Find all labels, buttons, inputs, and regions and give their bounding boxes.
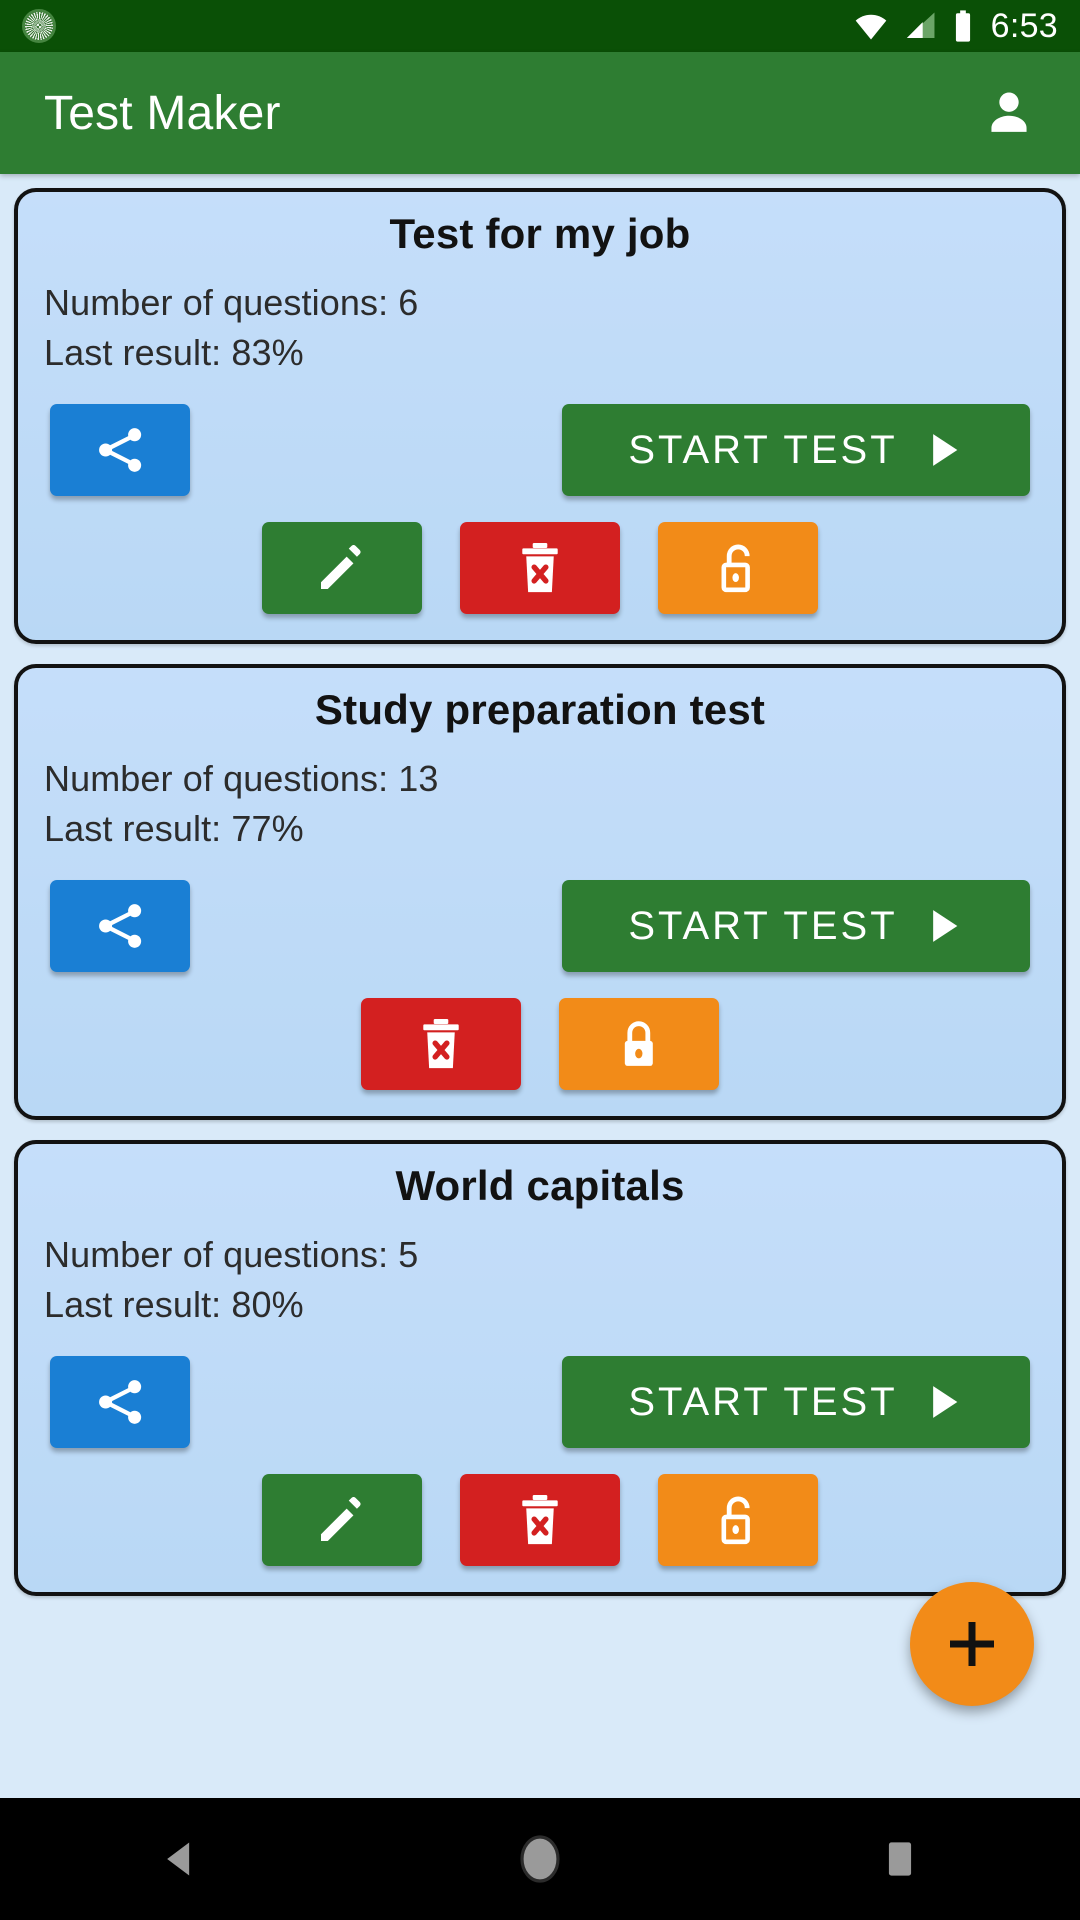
trash-delete-icon	[522, 1495, 558, 1545]
edit-button[interactable]	[262, 522, 422, 615]
share-icon	[99, 904, 142, 949]
start-test-label: START TEST	[628, 903, 898, 948]
test-card-title: Study preparation test	[314, 686, 766, 734]
test-card[interactable]: Study preparation test Number of questio…	[14, 664, 1066, 1121]
question-count-line: Number of questions: 6	[44, 282, 419, 323]
trash-delete-icon	[423, 1019, 459, 1069]
test-card-title: World capitals	[395, 1162, 685, 1210]
lock-icon	[624, 1021, 653, 1067]
test-card[interactable]: Test for my job Number of questions: 6 L…	[14, 188, 1066, 645]
card-secondary-actions	[44, 522, 1036, 615]
start-test-label: START TEST	[628, 1379, 898, 1424]
lock-toggle-button[interactable]	[658, 522, 818, 615]
plus-icon	[950, 1622, 994, 1666]
card-primary-actions: START TEST	[44, 404, 1036, 497]
share-button[interactable]	[50, 880, 190, 973]
lock-toggle-button[interactable]	[559, 998, 719, 1091]
nav-home-button[interactable]	[480, 1798, 600, 1920]
question-count-line: Number of questions: 13	[44, 758, 439, 800]
status-bar: 6:53	[0, 0, 1080, 52]
nav-recents-button[interactable]	[840, 1798, 960, 1920]
play-icon	[932, 434, 957, 466]
share-icon	[99, 428, 142, 472]
share-icon	[99, 1380, 142, 1425]
card-secondary-actions	[44, 1474, 1036, 1567]
pencil-icon	[321, 1497, 361, 1542]
nav-back-button[interactable]	[120, 1798, 240, 1920]
edit-button[interactable]	[262, 1474, 422, 1567]
share-button[interactable]	[50, 1356, 190, 1449]
app-bar: Test Maker	[0, 52, 1080, 174]
trash-delete-icon	[522, 543, 558, 593]
start-test-button[interactable]: START TEST	[562, 880, 1030, 973]
account-icon[interactable]	[982, 86, 1036, 140]
unlock-icon	[721, 544, 750, 593]
add-test-fab[interactable]	[910, 1582, 1034, 1706]
lock-toggle-button[interactable]	[658, 1474, 818, 1567]
delete-button[interactable]	[361, 998, 521, 1091]
start-test-label: START TEST	[628, 427, 898, 472]
last-result-line: Last result: 83%	[44, 332, 304, 374]
last-result-line: Last result: 80%	[44, 1284, 304, 1326]
home-icon	[520, 1835, 560, 1883]
battery-icon	[955, 10, 970, 42]
test-card[interactable]: World capitals Number of questions: 5 La…	[14, 1140, 1066, 1597]
test-card-title: Test for my job	[389, 210, 691, 257]
card-secondary-actions	[44, 998, 1036, 1091]
start-test-button[interactable]: START TEST	[562, 1356, 1030, 1449]
page-title: Test Maker	[44, 86, 281, 140]
sync-icon	[22, 9, 56, 43]
signal-icon	[906, 12, 935, 39]
share-button[interactable]	[50, 404, 190, 497]
last-result-line: Last result: 77%	[44, 808, 304, 850]
back-icon	[167, 1842, 190, 1876]
recents-icon	[888, 1842, 912, 1876]
status-bar-clock: 6:53	[990, 7, 1058, 45]
card-primary-actions: START TEST	[44, 1356, 1036, 1449]
start-test-button[interactable]: START TEST	[562, 404, 1030, 497]
pencil-icon	[321, 545, 361, 590]
unlock-icon	[721, 1496, 750, 1545]
card-primary-actions: START TEST	[44, 880, 1036, 973]
delete-button[interactable]	[460, 522, 620, 615]
status-bar-right: 6:53	[852, 9, 1058, 43]
test-list-scroll[interactable]: Test for my job Number of questions: 6 L…	[0, 174, 1080, 1798]
status-bar-left	[22, 9, 56, 43]
play-icon	[932, 910, 957, 943]
system-navigation-bar	[0, 1798, 1080, 1920]
wifi-icon	[855, 14, 886, 40]
play-icon	[932, 1386, 957, 1419]
delete-button[interactable]	[460, 1474, 620, 1567]
question-count-line: Number of questions: 5	[44, 1234, 419, 1276]
